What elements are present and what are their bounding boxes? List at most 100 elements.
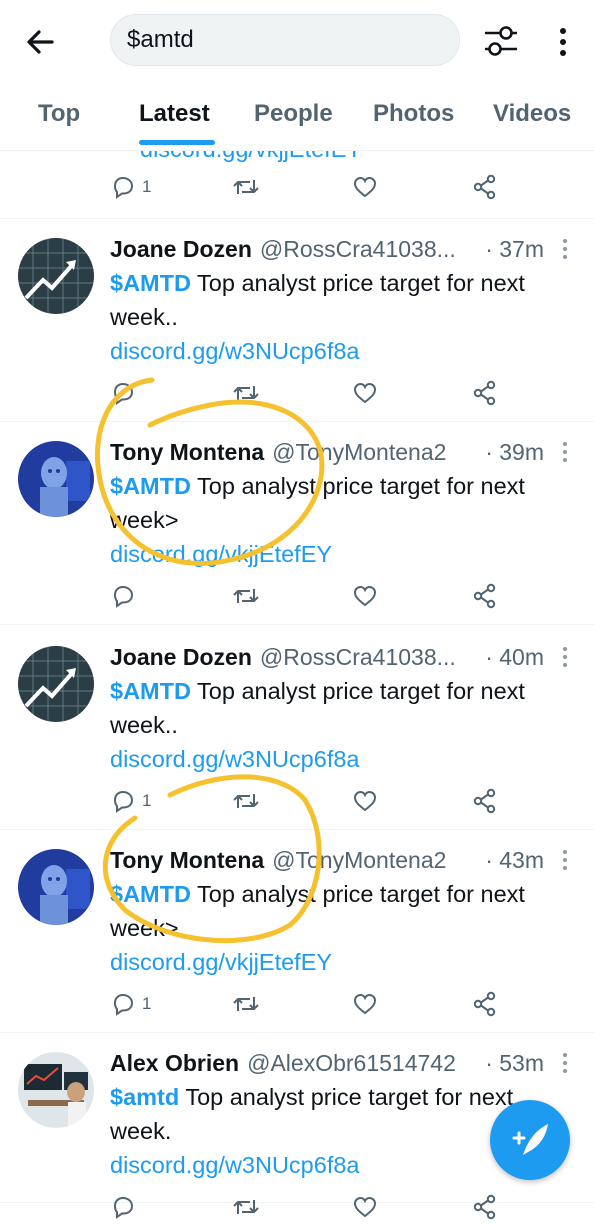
- search-box[interactable]: [110, 14, 460, 66]
- reply-icon: [113, 1196, 134, 1219]
- like-button[interactable]: [352, 170, 378, 204]
- share-button[interactable]: [472, 987, 498, 1021]
- back-arrow-icon[interactable]: [22, 24, 58, 60]
- like-button[interactable]: [352, 784, 378, 818]
- reply-count: 1: [142, 791, 152, 810]
- tweet-text-line-2: week>: [110, 507, 179, 533]
- tweet-actions: 1: [110, 170, 570, 204]
- avatar[interactable]: [18, 646, 94, 722]
- tweet-actions: 1: [110, 784, 570, 818]
- tweet-text: $AMTD Top analyst price target for next: [110, 881, 525, 907]
- reply-button[interactable]: [110, 1190, 136, 1224]
- retweet-button[interactable]: [232, 1190, 260, 1224]
- share-button[interactable]: [472, 1190, 498, 1224]
- heart-icon: [353, 790, 377, 812]
- retweet-button[interactable]: [232, 376, 260, 410]
- reply-button[interactable]: 1: [110, 784, 151, 818]
- tab-top[interactable]: Top: [38, 100, 80, 128]
- tweet-link[interactable]: discord.gg/w3NUcp6f8a: [110, 746, 360, 773]
- more-options-icon[interactable]: [550, 24, 576, 60]
- like-button[interactable]: [352, 376, 378, 410]
- tweet[interactable]: Tony Montena @TonyMontena2 · 39m $AMTD T…: [0, 421, 594, 625]
- reply-icon: [113, 993, 134, 1016]
- user-handle[interactable]: @RossCra41038...: [260, 644, 456, 671]
- retweet-button[interactable]: [232, 987, 260, 1021]
- display-name[interactable]: Alex Obrien: [110, 1050, 239, 1077]
- avatar[interactable]: [18, 441, 94, 517]
- retweet-icon: [233, 386, 259, 400]
- share-button[interactable]: [472, 170, 498, 204]
- tweet-time[interactable]: · 53m: [485, 1050, 544, 1077]
- like-button[interactable]: [352, 987, 378, 1021]
- share-button[interactable]: [472, 784, 498, 818]
- tweet-time[interactable]: · 37m: [485, 236, 544, 263]
- retweet-button[interactable]: [232, 579, 260, 613]
- share-icon: [473, 583, 496, 609]
- tweet-text-line-2: week.: [110, 1118, 172, 1144]
- user-handle[interactable]: @AlexObr61514742: [247, 1050, 456, 1077]
- heart-icon: [353, 993, 377, 1015]
- like-button[interactable]: [352, 1190, 378, 1224]
- avatar[interactable]: [18, 1052, 94, 1128]
- retweet-button[interactable]: [232, 170, 260, 204]
- user-handle[interactable]: @TonyMontena2: [272, 847, 446, 874]
- reply-button[interactable]: 1: [110, 987, 151, 1021]
- retweet-icon: [233, 589, 259, 603]
- tweet-actions: 1: [110, 987, 570, 1021]
- tweet-partial[interactable]: discord.gg/vkjjEtefEY 1: [0, 136, 594, 219]
- cashtag[interactable]: $AMTD: [110, 881, 191, 907]
- tweet-more-icon[interactable]: [560, 849, 570, 871]
- cashtag[interactable]: $AMTD: [110, 270, 191, 296]
- heart-icon: [353, 585, 377, 607]
- search-input[interactable]: [127, 25, 447, 55]
- reply-icon: [113, 176, 134, 199]
- tweet-time[interactable]: · 39m: [485, 439, 544, 466]
- tweet-link[interactable]: discord.gg/vkjjEtefEY: [110, 949, 332, 976]
- avatar[interactable]: [18, 849, 94, 925]
- cashtag[interactable]: $amtd: [110, 1084, 179, 1110]
- tab-photos[interactable]: Photos: [373, 100, 454, 128]
- search-settings-icon[interactable]: [482, 22, 520, 60]
- tab-latest[interactable]: Latest: [139, 100, 210, 128]
- tab-people[interactable]: People: [254, 100, 333, 128]
- tweet-text: $amtd Top analyst price target for next: [110, 1084, 514, 1110]
- share-button[interactable]: [472, 579, 498, 613]
- display-name[interactable]: Joane Dozen: [110, 644, 252, 671]
- retweet-icon: [233, 180, 259, 194]
- tweet-more-icon[interactable]: [560, 1052, 570, 1074]
- reply-button[interactable]: [110, 579, 136, 613]
- tweet-text-line-2: week..: [110, 712, 178, 738]
- tweet[interactable]: Tony Montena @TonyMontena2 · 43m $AMTD T…: [0, 829, 594, 1033]
- tweet-time[interactable]: · 43m: [485, 847, 544, 874]
- user-handle[interactable]: @RossCra41038...: [260, 236, 456, 263]
- tweet-link[interactable]: discord.gg/w3NUcp6f8a: [110, 1152, 360, 1179]
- reply-button[interactable]: [110, 376, 136, 410]
- tweet-more-icon[interactable]: [560, 238, 570, 260]
- avatar[interactable]: [18, 238, 94, 314]
- share-icon: [473, 174, 496, 200]
- tweet-time[interactable]: · 40m: [485, 644, 544, 671]
- tweet[interactable]: Joane Dozen @RossCra41038... · 37m $AMTD…: [0, 218, 594, 422]
- reply-button[interactable]: 1: [110, 170, 151, 204]
- tab-videos[interactable]: Videos: [493, 100, 571, 128]
- retweet-button[interactable]: [232, 784, 260, 818]
- display-name[interactable]: Tony Montena: [110, 847, 264, 874]
- tweet-link[interactable]: discord.gg/w3NUcp6f8a: [110, 338, 360, 365]
- cashtag[interactable]: $AMTD: [110, 473, 191, 499]
- tweet-link[interactable]: discord.gg/vkjjEtefEY: [110, 541, 332, 568]
- search-tabs: Top Latest People Photos Videos: [0, 90, 594, 150]
- display-name[interactable]: Tony Montena: [110, 439, 264, 466]
- tweet-text-line-2: week>: [110, 915, 179, 941]
- cashtag[interactable]: $AMTD: [110, 678, 191, 704]
- compose-tweet-button[interactable]: [490, 1100, 570, 1180]
- share-button[interactable]: [472, 376, 498, 410]
- heart-icon: [353, 382, 377, 404]
- tweet-text: $AMTD Top analyst price target for next: [110, 678, 525, 704]
- like-button[interactable]: [352, 579, 378, 613]
- heart-icon: [353, 176, 377, 198]
- tweet[interactable]: Joane Dozen @RossCra41038... · 40m $AMTD…: [0, 626, 594, 830]
- tweet-more-icon[interactable]: [560, 646, 570, 668]
- display-name[interactable]: Joane Dozen: [110, 236, 252, 263]
- tweet-more-icon[interactable]: [560, 441, 570, 463]
- user-handle[interactable]: @TonyMontena2: [272, 439, 446, 466]
